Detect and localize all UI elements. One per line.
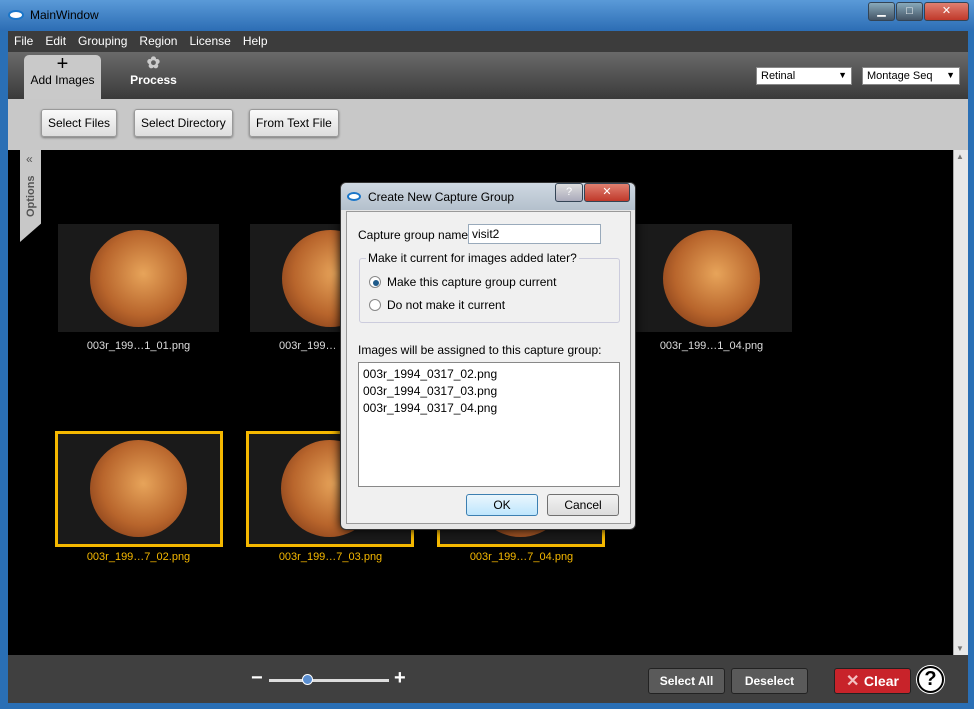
menu-file[interactable]: File: [14, 31, 33, 51]
title-bar: MainWindow ▁ □ ✕: [0, 0, 974, 31]
scroll-up-icon: ▲: [956, 152, 964, 161]
dialog-title: Create New Capture Group: [368, 190, 515, 204]
menu-bar: File Edit Grouping Region License Help: [8, 31, 968, 52]
dialog-close-button[interactable]: ✕: [584, 183, 630, 202]
select-value: Retinal: [761, 70, 796, 82]
clear-button[interactable]: ✕ Clear: [834, 668, 911, 694]
from-text-file-button[interactable]: From Text File: [249, 109, 339, 137]
zoom-slider[interactable]: [269, 679, 389, 682]
select-files-button[interactable]: Select Files: [41, 109, 118, 137]
menu-grouping[interactable]: Grouping: [78, 31, 127, 51]
deselect-button[interactable]: Deselect: [731, 668, 808, 694]
radio-make-current[interactable]: [369, 276, 381, 288]
clear-label: Clear: [863, 673, 899, 689]
maximize-button[interactable]: □: [896, 2, 923, 21]
close-button[interactable]: ✕: [924, 2, 969, 21]
help-icon[interactable]: ?: [917, 666, 944, 693]
dropdown-arrow-icon: ▼: [946, 70, 955, 80]
menu-edit[interactable]: Edit: [45, 31, 66, 51]
dialog-body: Capture group name: Make it current for …: [346, 211, 631, 524]
zoom-out-icon[interactable]: −: [251, 667, 263, 690]
toolbar: + Add Images ✿ Process Retinal ▼ Montage …: [8, 52, 968, 99]
app-eye-icon: [347, 192, 361, 201]
menu-help[interactable]: Help: [243, 31, 268, 51]
radio-make-current-label[interactable]: Make this capture group current: [387, 275, 556, 289]
dialog-help-button[interactable]: ?: [555, 183, 583, 202]
images-list[interactable]: 003r_1994_0317_02.png 003r_1994_0317_03.…: [358, 362, 620, 487]
ok-button[interactable]: OK: [466, 494, 538, 516]
images-list-label: Images will be assigned to this capture …: [358, 343, 602, 357]
dialog-title-bar: Create New Capture Group ? ✕: [341, 183, 635, 210]
capture-group-name-label: Capture group name:: [358, 228, 472, 242]
select-directory-button[interactable]: Select Directory: [134, 109, 233, 137]
zoom-in-icon[interactable]: +: [394, 667, 406, 690]
app-eye-icon: [8, 10, 24, 20]
vertical-scrollbar[interactable]: ▲ ▼: [953, 150, 968, 655]
thumbnail-label: 003r_199…7_02.png: [86, 551, 191, 563]
capture-group-name-input[interactable]: [468, 224, 601, 244]
select-all-button[interactable]: Select All: [648, 668, 725, 694]
cancel-button[interactable]: Cancel: [547, 494, 619, 516]
dropdown-arrow-icon: ▼: [838, 70, 847, 80]
scroll-down-icon: ▼: [956, 644, 964, 653]
modality-select[interactable]: Retinal ▼: [756, 67, 852, 85]
plus-icon: +: [56, 53, 69, 75]
menu-license[interactable]: License: [189, 31, 230, 51]
menu-region[interactable]: Region: [139, 31, 177, 51]
tab-label: Process: [130, 73, 177, 87]
list-item[interactable]: 003r_1994_0317_02.png: [363, 366, 615, 383]
tab-process[interactable]: ✿ Process: [115, 55, 192, 99]
radio-do-not-make-current[interactable]: [369, 299, 381, 311]
chevron-left-icon: «: [26, 152, 33, 166]
gear-icon: ✿: [146, 55, 161, 72]
minimize-button[interactable]: ▁: [868, 2, 895, 21]
zoom-slider-handle[interactable]: [302, 674, 313, 685]
thumbnail-selected[interactable]: [55, 431, 223, 547]
list-item[interactable]: 003r_1994_0317_04.png: [363, 400, 615, 417]
options-label: Options: [25, 175, 37, 217]
thumbnail-label: 003r_199…7_04.png: [469, 551, 574, 563]
bottom-bar: − + Select All Deselect ✕ Clear ?: [8, 655, 968, 703]
sequence-select[interactable]: Montage Seq ▼: [862, 67, 960, 85]
create-capture-group-dialog: Create New Capture Group ? ✕ Capture gro…: [340, 182, 636, 530]
thumbnail-label: 003r_199…1_01.png: [86, 340, 191, 352]
window-title: MainWindow: [30, 8, 99, 22]
tab-label: Add Images: [30, 73, 95, 87]
thumbnail-label: 003r_199…1_04.png: [659, 340, 764, 352]
make-current-label: Make it current for images added later?: [366, 251, 579, 265]
make-current-group: [359, 258, 620, 323]
thumbnail[interactable]: [58, 224, 219, 332]
tab-add-images[interactable]: + Add Images: [24, 53, 101, 99]
x-icon: ✕: [846, 673, 864, 690]
thumbnail-label: 003r_199…7_03.png: [278, 551, 383, 563]
select-value: Montage Seq: [867, 70, 933, 82]
action-bar: Select Files Select Directory From Text …: [8, 99, 968, 150]
list-item[interactable]: 003r_1994_0317_03.png: [363, 383, 615, 400]
thumbnail[interactable]: [631, 224, 792, 332]
radio-do-not-make-current-label[interactable]: Do not make it current: [387, 298, 505, 312]
